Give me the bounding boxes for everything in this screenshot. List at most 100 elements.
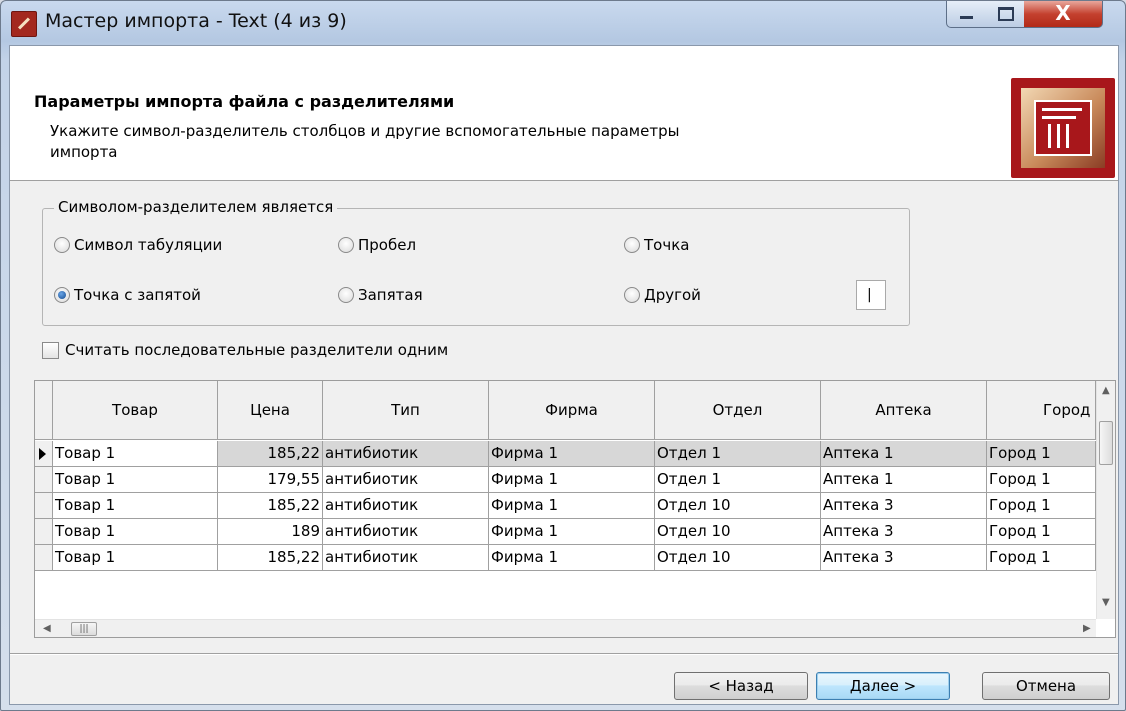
minimize-button[interactable] bbox=[946, 1, 988, 28]
radio-semicolon-label: Точка с запятой bbox=[74, 286, 201, 304]
table-cell[interactable]: 185,22 bbox=[218, 441, 323, 467]
preview-grid[interactable]: Товар Цена Тип Фирма Отдел Аптека Город … bbox=[34, 380, 1116, 638]
table-cell[interactable]: Город 1 bbox=[987, 493, 1096, 519]
table-cell[interactable]: Аптека 3 bbox=[821, 545, 987, 571]
table-cell[interactable]: Отдел 10 bbox=[655, 493, 821, 519]
window-title: Мастер импорта - Text (4 из 9) bbox=[45, 10, 347, 32]
scroll-up-icon[interactable]: ▲ bbox=[1102, 385, 1110, 396]
column-header[interactable]: Аптека bbox=[821, 381, 987, 440]
table-cell[interactable]: Город 1 bbox=[987, 519, 1096, 545]
radio-tab-circle bbox=[54, 237, 70, 253]
table-row[interactable]: Товар 1 179,55 антибиотик Фирма 1 Отдел … bbox=[35, 467, 1096, 493]
horizontal-scrollbar[interactable]: ◀ ||| ▶ bbox=[35, 619, 1096, 637]
table-cell[interactable]: Товар 1 bbox=[53, 519, 218, 545]
radio-space-circle bbox=[338, 237, 354, 253]
table-cell[interactable]: 189 bbox=[218, 519, 323, 545]
table-cell[interactable]: антибиотик bbox=[323, 545, 489, 571]
cancel-button[interactable]: Отмена bbox=[982, 672, 1110, 700]
table-cell[interactable]: 185,22 bbox=[218, 493, 323, 519]
table-cell[interactable]: Отдел 1 bbox=[655, 441, 821, 467]
table-row[interactable]: Товар 1 185,22 антибиотик Фирма 1 Отдел … bbox=[35, 441, 1096, 467]
back-button[interactable]: < Назад bbox=[674, 672, 808, 700]
radio-dot-circle bbox=[624, 237, 640, 253]
close-icon: X bbox=[1055, 1, 1071, 25]
other-delimiter-input[interactable]: | bbox=[856, 280, 886, 310]
table-cell[interactable]: Город 1 bbox=[987, 441, 1096, 467]
row-indicator bbox=[35, 519, 53, 545]
table-cell[interactable]: Отдел 1 bbox=[655, 467, 821, 493]
import-wizard-window: Мастер импорта - Text (4 из 9) X Парамет… bbox=[0, 0, 1126, 711]
radio-comma-label: Запятая bbox=[358, 286, 423, 304]
wizard-body: Параметры импорта файла с разделителями … bbox=[9, 45, 1119, 705]
table-cell[interactable]: антибиотик bbox=[323, 467, 489, 493]
wizard-header: Параметры импорта файла с разделителями … bbox=[10, 46, 1118, 181]
radio-comma[interactable]: Запятая bbox=[338, 286, 423, 304]
consecutive-delimiters-checkbox[interactable]: Считать последовательные разделители одн… bbox=[42, 341, 448, 359]
current-row-icon bbox=[39, 448, 46, 460]
table-cell[interactable]: Город 1 bbox=[987, 545, 1096, 571]
radio-dot[interactable]: Точка bbox=[624, 236, 689, 254]
row-indicator bbox=[35, 493, 53, 519]
table-cell[interactable]: Аптека 3 bbox=[821, 519, 987, 545]
wizard-logo-icon bbox=[1011, 78, 1115, 178]
radio-semicolon[interactable]: Точка с запятой bbox=[54, 286, 201, 304]
table-cell[interactable]: 179,55 bbox=[218, 467, 323, 493]
close-button[interactable]: X bbox=[1024, 1, 1103, 28]
table-cell[interactable]: Фирма 1 bbox=[489, 545, 655, 571]
table-cell[interactable]: Аптека 1 bbox=[821, 441, 987, 467]
table-cell[interactable]: Фирма 1 bbox=[489, 441, 655, 467]
table-cell[interactable]: Товар 1 bbox=[53, 545, 218, 571]
minimize-icon bbox=[960, 16, 973, 19]
column-header[interactable]: Отдел bbox=[655, 381, 821, 440]
scroll-right-icon[interactable]: ▶ bbox=[1083, 623, 1091, 634]
radio-comma-circle bbox=[338, 287, 354, 303]
table-cell[interactable]: Отдел 10 bbox=[655, 519, 821, 545]
next-button[interactable]: Далее > bbox=[816, 672, 950, 700]
table-row[interactable]: Товар 1 185,22 антибиотик Фирма 1 Отдел … bbox=[35, 545, 1096, 571]
table-cell[interactable]: 185,22 bbox=[218, 545, 323, 571]
table-cell[interactable]: Товар 1 bbox=[53, 467, 218, 493]
scroll-down-icon[interactable]: ▼ bbox=[1102, 597, 1110, 608]
grid-header: Товар Цена Тип Фирма Отдел Аптека Город bbox=[35, 381, 1096, 441]
table-cell[interactable]: Аптека 3 bbox=[821, 493, 987, 519]
horizontal-scroll-thumb[interactable]: ||| bbox=[71, 622, 97, 636]
table-row[interactable]: Товар 1 189 антибиотик Фирма 1 Отдел 10 … bbox=[35, 519, 1096, 545]
radio-tab[interactable]: Символ табуляции bbox=[54, 236, 222, 254]
radio-space-label: Пробел bbox=[358, 236, 417, 254]
checkbox-box bbox=[42, 341, 59, 359]
column-header[interactable]: Тип bbox=[323, 381, 489, 440]
column-header[interactable]: Товар bbox=[53, 381, 218, 440]
table-cell[interactable]: Аптека 1 bbox=[821, 467, 987, 493]
row-indicator bbox=[35, 545, 53, 571]
scroll-left-icon[interactable]: ◀ bbox=[43, 623, 51, 634]
other-delimiter-value: | bbox=[867, 287, 872, 303]
row-indicator bbox=[35, 467, 53, 493]
table-cell[interactable]: Фирма 1 bbox=[489, 519, 655, 545]
title-bar[interactable]: Мастер импорта - Text (4 из 9) X bbox=[1, 1, 1125, 45]
table-cell[interactable]: Отдел 10 bbox=[655, 545, 821, 571]
radio-other[interactable]: Другой bbox=[624, 286, 701, 304]
step-description: Укажите символ-разделитель столбцов и др… bbox=[50, 122, 680, 161]
column-header[interactable]: Город bbox=[987, 381, 1096, 440]
vertical-scroll-thumb[interactable] bbox=[1099, 421, 1113, 465]
radio-space[interactable]: Пробел bbox=[338, 236, 416, 254]
table-cell[interactable]: антибиотик bbox=[323, 493, 489, 519]
table-cell[interactable]: Товар 1 bbox=[53, 493, 218, 519]
maximize-icon bbox=[998, 7, 1014, 21]
column-header[interactable]: Цена bbox=[218, 381, 323, 440]
table-row[interactable]: Товар 1 185,22 антибиотик Фирма 1 Отдел … bbox=[35, 493, 1096, 519]
footer-divider bbox=[10, 653, 1118, 655]
table-cell[interactable]: антибиотик bbox=[323, 519, 489, 545]
table-cell[interactable]: антибиотик bbox=[323, 441, 489, 467]
radio-other-label: Другой bbox=[644, 286, 701, 304]
app-icon bbox=[11, 11, 37, 37]
maximize-button[interactable] bbox=[986, 1, 1025, 28]
vertical-scrollbar[interactable]: ▲ ▼ bbox=[1096, 381, 1115, 619]
table-cell[interactable]: Фирма 1 bbox=[489, 493, 655, 519]
radio-tab-label: Символ табуляции bbox=[74, 236, 223, 254]
table-cell[interactable]: Фирма 1 bbox=[489, 467, 655, 493]
delimiter-groupbox bbox=[42, 208, 910, 326]
column-header[interactable]: Фирма bbox=[489, 381, 655, 440]
table-cell[interactable]: Город 1 bbox=[987, 467, 1096, 493]
table-cell[interactable]: Товар 1 bbox=[53, 441, 218, 467]
